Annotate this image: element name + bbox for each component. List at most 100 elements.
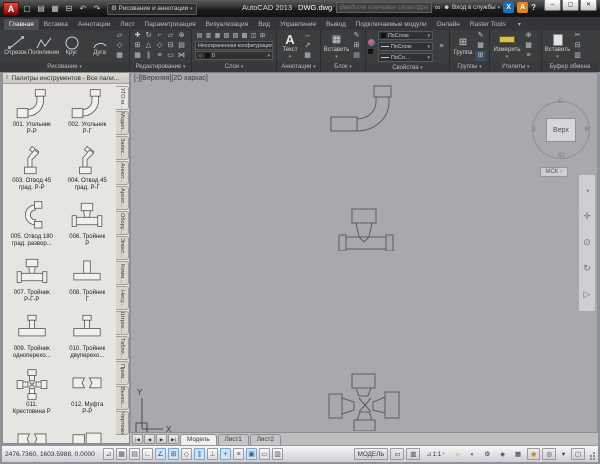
- pipe-fitting-tee[interactable]: [338, 207, 400, 251]
- workspace-gear-icon[interactable]: ⚙: [480, 448, 494, 460]
- palette-tab-annotate[interactable]: Аннот...: [116, 161, 129, 185]
- compass-west[interactable]: З: [532, 127, 536, 133]
- measure-button[interactable]: Измерить ▾: [492, 32, 522, 60]
- text-button[interactable]: A Текст ▾: [279, 32, 301, 60]
- palette-tab-leaders[interactable]: Вынос...: [116, 386, 129, 410]
- linetype-dropdown[interactable]: ПоСл... ▾: [378, 53, 433, 62]
- viewcube[interactable]: С В Ю З Верх: [532, 101, 590, 159]
- palette-tab-equipment[interactable]: Обору...: [116, 211, 129, 235]
- tab-layout[interactable]: Лист: [115, 19, 139, 30]
- copy-clip-icon[interactable]: ⊟: [572, 41, 583, 51]
- annotation-scale-button[interactable]: ⊿ 1:1 ▾: [422, 448, 449, 460]
- palette-tab-hatches[interactable]: Штрих...: [116, 311, 129, 335]
- line-button[interactable]: Отрезок: [2, 35, 29, 57]
- annotation-visibility-icon[interactable]: ☼: [451, 448, 465, 460]
- compass-east[interactable]: В: [585, 127, 589, 133]
- lengthen-icon[interactable]: ≡: [154, 51, 165, 61]
- tab-online[interactable]: Онлайн: [432, 19, 465, 30]
- coordinates-display[interactable]: 2476.7360, 1603.5988, 0.0000: [5, 451, 101, 458]
- redo-icon[interactable]: ↷: [91, 2, 103, 15]
- scale-icon[interactable]: ▤: [176, 41, 187, 51]
- viewport-controls[interactable]: [-][Верхняя][2D каркас]: [134, 75, 208, 82]
- viewcube-top-face[interactable]: Верх: [546, 118, 576, 142]
- tab-annotate[interactable]: Аннотации: [73, 19, 116, 30]
- block-attributes-icon[interactable]: ▤: [351, 51, 362, 61]
- quick-view-drawings-icon[interactable]: ▥: [406, 448, 420, 460]
- search-input[interactable]: [336, 2, 432, 13]
- snap-toggle[interactable]: ▦: [116, 448, 127, 460]
- palette-tab-model[interactable]: Модел...: [116, 111, 129, 135]
- otrack-toggle[interactable]: ∥: [194, 448, 205, 460]
- dynamic-ucs-toggle[interactable]: ⊥: [207, 448, 218, 460]
- offset-icon[interactable]: ∥: [143, 51, 154, 61]
- array-icon[interactable]: ▦: [132, 51, 143, 61]
- tool-palette-titlebar[interactable]: ‖ Палитры инструментов - Все пали...: [3, 73, 129, 84]
- fillet-icon[interactable]: ◇: [154, 41, 165, 51]
- palette-item-cross[interactable]: 011.Крестовина Р: [4, 368, 60, 418]
- palette-tab-remarks[interactable]: Прим...: [116, 361, 129, 385]
- ortho-toggle[interactable]: ∟: [142, 448, 153, 460]
- model-paper-toggle[interactable]: МОДЕЛЬ: [354, 448, 389, 460]
- mirror-icon[interactable]: △: [143, 41, 154, 51]
- transparency-toggle[interactable]: ▣: [246, 448, 257, 460]
- paste-special-icon[interactable]: ▥: [572, 51, 583, 61]
- hardware-accel-icon[interactable]: ▦: [511, 448, 525, 460]
- object-color-icon[interactable]: [368, 49, 373, 54]
- tab-plugins[interactable]: Подключаемые модули: [351, 19, 432, 30]
- dimension-icon[interactable]: ↔: [302, 31, 313, 41]
- workspace-switcher[interactable]: ⚙ Рисование и аннотации ▾: [107, 3, 197, 15]
- join-icon[interactable]: ⋈: [176, 51, 187, 61]
- tab-model[interactable]: Модель: [180, 434, 217, 445]
- leader-icon[interactable]: ↗: [302, 41, 313, 51]
- panel-title-modify[interactable]: Редактирование ▾: [130, 62, 191, 72]
- open-file-icon[interactable]: ▤: [35, 2, 47, 15]
- tab-insert[interactable]: Вставка: [39, 19, 73, 30]
- steering-wheel-icon[interactable]: ◔: [584, 186, 589, 196]
- viewcube-wcs-menu[interactable]: МСК ▾: [540, 167, 568, 177]
- compass-south[interactable]: Ю: [558, 153, 564, 159]
- insert-block-button[interactable]: ▦ Вставить ▾: [323, 32, 350, 60]
- tab-layout1[interactable]: Лист1: [218, 434, 249, 445]
- plot-icon[interactable]: ⊟: [63, 2, 75, 15]
- palette-item-partial-2[interactable]: [60, 424, 116, 443]
- layer-off-icon[interactable]: ▥: [204, 32, 213, 40]
- palette-tab-structural[interactable]: Несу...: [116, 286, 129, 310]
- ungroup-icon[interactable]: ✎: [475, 31, 486, 41]
- layer-freeze-icon[interactable]: ▧: [222, 32, 231, 40]
- id-point-icon[interactable]: ⊕: [523, 31, 534, 41]
- panel-title-groups[interactable]: Группы ▾: [450, 62, 489, 72]
- lock-ui-icon[interactable]: ◈: [496, 448, 509, 460]
- first-layout-button[interactable]: |◀: [132, 434, 143, 444]
- hatch-icon[interactable]: ▦: [114, 51, 125, 61]
- layer-isolate-icon[interactable]: ▦: [213, 32, 222, 40]
- group-selection-icon[interactable]: ⊞: [475, 51, 486, 61]
- polar-tracking-toggle[interactable]: ∠: [155, 448, 166, 460]
- palette-item-tee-double-transition[interactable]: 010. Тройникдвуперехо...: [60, 312, 116, 362]
- lineweight-dropdown[interactable]: ПоСлою ▾: [378, 42, 433, 51]
- copy-icon[interactable]: ⊞: [132, 41, 143, 51]
- pipe-fitting-cross[interactable]: [328, 361, 402, 431]
- layer-state-icon[interactable]: ⊞: [258, 32, 267, 40]
- polyline-button[interactable]: Полилиния: [30, 35, 57, 57]
- palette-tab-electrical[interactable]: Элект...: [116, 236, 129, 260]
- palette-item-tee-g[interactable]: 008. ТройникГ: [60, 256, 116, 306]
- group-button[interactable]: ⊞ Группа: [452, 35, 474, 57]
- autoscale-icon[interactable]: ◐: [467, 448, 479, 460]
- panel-title-draw[interactable]: Рисование ▾: [0, 62, 129, 72]
- palette-item-coupling[interactable]: 012. МуфтаР-Р: [60, 368, 116, 418]
- paste-button[interactable]: Вставить ▾: [544, 32, 571, 60]
- new-file-icon[interactable]: ▢: [21, 2, 33, 15]
- orbit-icon[interactable]: ↻: [583, 263, 591, 274]
- color-dropdown[interactable]: ПоСлою ▾: [378, 31, 433, 40]
- panel-title-utilities[interactable]: Утилиты ▾: [490, 62, 541, 72]
- erase-icon[interactable]: ▱: [165, 31, 176, 41]
- palette-item-elbow-pp[interactable]: 001. УгольникР-Р: [4, 88, 60, 138]
- edit-block-icon[interactable]: ✎: [351, 31, 362, 41]
- palette-tab-communications[interactable]: Комм...: [116, 261, 129, 285]
- zoom-icon[interactable]: ⊙: [583, 237, 591, 248]
- grid-toggle[interactable]: ▤: [129, 448, 140, 460]
- lineweight-toggle[interactable]: ≡: [233, 448, 244, 460]
- arc-button[interactable]: Дуга: [86, 35, 113, 57]
- panel-title-annotation[interactable]: Аннотации ▾: [277, 62, 320, 72]
- cut-icon[interactable]: ✂: [572, 31, 583, 41]
